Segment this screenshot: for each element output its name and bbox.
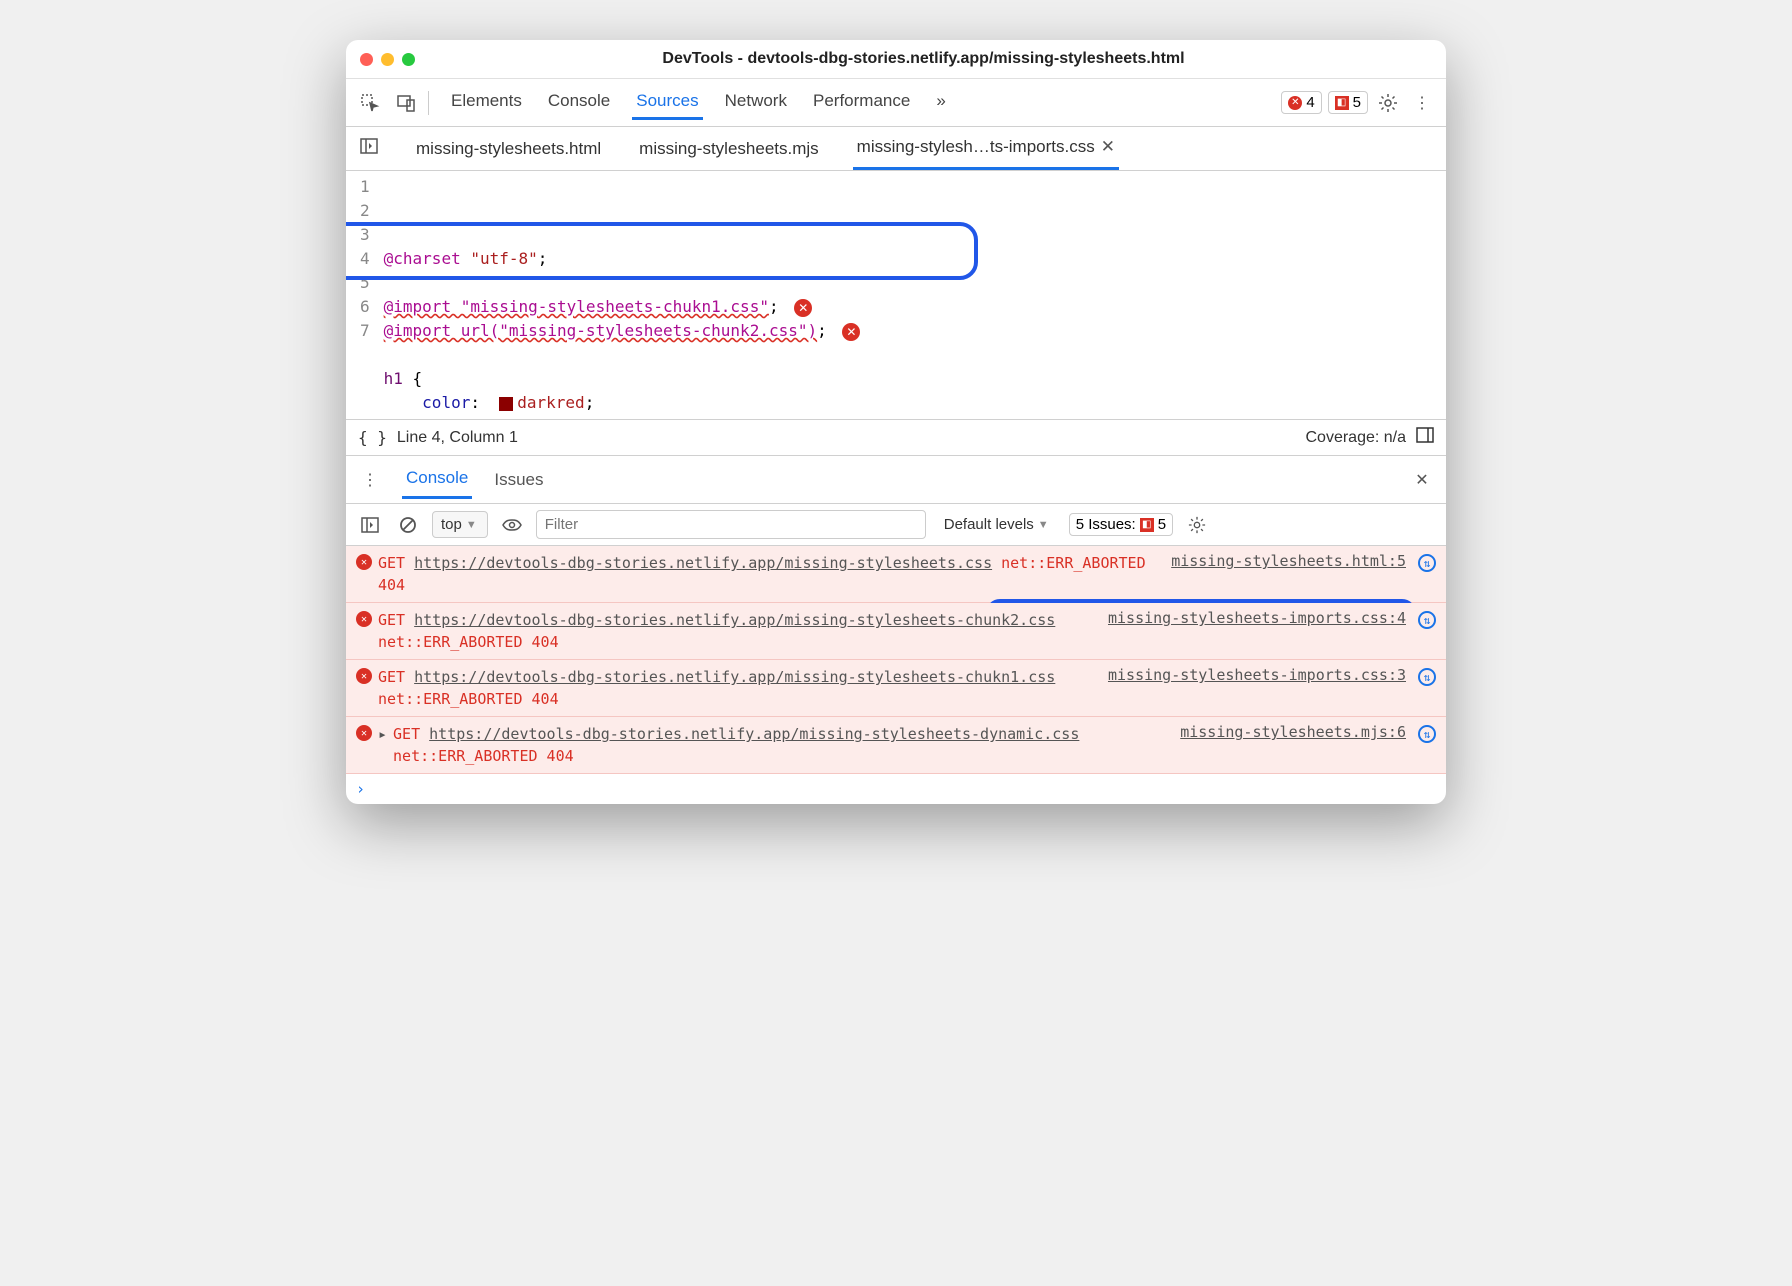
more-menu-icon[interactable]: ⋮ (1408, 89, 1436, 117)
expand-icon[interactable]: ▸ (378, 725, 387, 743)
request-url-link[interactable]: https://devtools-dbg-stories.netlify.app… (414, 554, 992, 572)
log-levels-selector[interactable]: Default levels ▼ (936, 512, 1059, 537)
filter-input[interactable] (536, 510, 926, 539)
issues-summary[interactable]: 5 Issues: ◧5 (1069, 513, 1173, 536)
drawer-menu-icon[interactable]: ⋮ (356, 466, 384, 494)
console-error-row[interactable]: ✕ GET https://devtools-dbg-stories.netli… (346, 546, 1446, 603)
live-expression-icon[interactable] (498, 511, 526, 539)
source-link[interactable]: missing-stylesheets.mjs:6 (1180, 723, 1406, 741)
console-error-row[interactable]: ✕ GET https://devtools-dbg-stories.netli… (346, 603, 1446, 660)
console-messages: ✕ GET https://devtools-dbg-stories.netli… (346, 546, 1446, 804)
console-settings-icon[interactable] (1183, 511, 1211, 539)
tab-console[interactable]: Console (544, 85, 614, 120)
settings-icon[interactable] (1374, 89, 1402, 117)
source-link[interactable]: missing-stylesheets-imports.css:3 (1108, 666, 1406, 684)
tab-elements[interactable]: Elements (447, 85, 526, 120)
console-error-row[interactable]: ✕ GET https://devtools-dbg-stories.netli… (346, 660, 1446, 717)
panel-tabs: Elements Console Sources Network Perform… (447, 85, 950, 120)
source-link[interactable]: missing-stylesheets-imports.css:4 (1108, 609, 1406, 627)
sync-icon[interactable]: ⇅ (1418, 611, 1436, 629)
annotation-highlight (346, 222, 978, 280)
close-tab-icon[interactable]: ✕ (1101, 137, 1115, 156)
error-badge[interactable]: ✕4 (1281, 91, 1321, 114)
error-icon: ✕ (356, 554, 372, 570)
sync-icon[interactable]: ⇅ (1418, 668, 1436, 686)
source-link[interactable]: missing-stylesheets.html:5 (1171, 552, 1406, 570)
sync-icon[interactable]: ⇅ (1418, 725, 1436, 743)
console-error-row[interactable]: ✕ ▸ GET https://devtools-dbg-stories.net… (346, 717, 1446, 774)
cursor-position: Line 4, Column 1 (397, 429, 518, 447)
devtools-window: DevTools - devtools-dbg-stories.netlify.… (346, 40, 1446, 804)
drawer-tabs: ⋮ Console Issues ✕ (346, 456, 1446, 504)
request-url-link[interactable]: https://devtools-dbg-stories.netlify.app… (414, 611, 1055, 629)
device-toggle-icon[interactable] (392, 89, 420, 117)
status-bar: { } Line 4, Column 1 Coverage: n/a (346, 419, 1446, 456)
line-gutter: 1 2 3 4 5 6 7 (346, 175, 384, 415)
filetab-html[interactable]: missing-stylesheets.html (412, 129, 605, 169)
navigator-toggle-icon[interactable] (356, 137, 382, 160)
error-icon: ✕ (356, 611, 372, 627)
tab-performance[interactable]: Performance (809, 85, 914, 120)
format-icon[interactable]: { } (358, 428, 387, 447)
maximize-window-button[interactable] (402, 53, 415, 66)
filetab-mjs[interactable]: missing-stylesheets.mjs (635, 129, 823, 169)
window-title: DevTools - devtools-dbg-stories.netlify.… (415, 50, 1432, 68)
filetab-css[interactable]: missing-stylesh…ts-imports.css✕ (853, 127, 1119, 170)
main-toolbar: Elements Console Sources Network Perform… (346, 79, 1446, 127)
request-url-link[interactable]: https://devtools-dbg-stories.netlify.app… (429, 725, 1079, 743)
sidebar-toggle-icon[interactable] (1416, 426, 1434, 449)
drawer-tab-issues[interactable]: Issues (490, 462, 547, 498)
request-url-link[interactable]: https://devtools-dbg-stories.netlify.app… (414, 668, 1055, 686)
coverage-status: Coverage: n/a (1305, 429, 1406, 447)
file-tabs: missing-stylesheets.html missing-stylesh… (346, 127, 1446, 171)
console-toolbar: top ▼ Default levels ▼ 5 Issues: ◧5 (346, 504, 1446, 546)
tab-more[interactable]: » (932, 85, 949, 120)
error-icon: ✕ (356, 725, 372, 741)
issue-badge[interactable]: ◧5 (1328, 91, 1368, 114)
tab-network[interactable]: Network (721, 85, 791, 120)
titlebar: DevTools - devtools-dbg-stories.netlify.… (346, 40, 1446, 79)
console-prompt[interactable]: › (346, 774, 1446, 804)
drawer-tab-console[interactable]: Console (402, 460, 472, 499)
error-icon: ✕ (356, 668, 372, 684)
traffic-lights (360, 53, 415, 66)
close-drawer-icon[interactable]: ✕ (1408, 466, 1436, 494)
close-window-button[interactable] (360, 53, 373, 66)
console-sidebar-toggle-icon[interactable] (356, 511, 384, 539)
context-selector[interactable]: top ▼ (432, 511, 488, 538)
inspect-icon[interactable] (356, 89, 384, 117)
code-editor[interactable]: 1 2 3 4 5 6 7 @charset "utf-8"; @import … (346, 171, 1446, 419)
code-content[interactable]: @charset "utf-8"; @import "missing-style… (384, 175, 1446, 415)
minimize-window-button[interactable] (381, 53, 394, 66)
tab-sources[interactable]: Sources (632, 85, 702, 120)
sync-icon[interactable]: ⇅ (1418, 554, 1436, 572)
clear-console-icon[interactable] (394, 511, 422, 539)
